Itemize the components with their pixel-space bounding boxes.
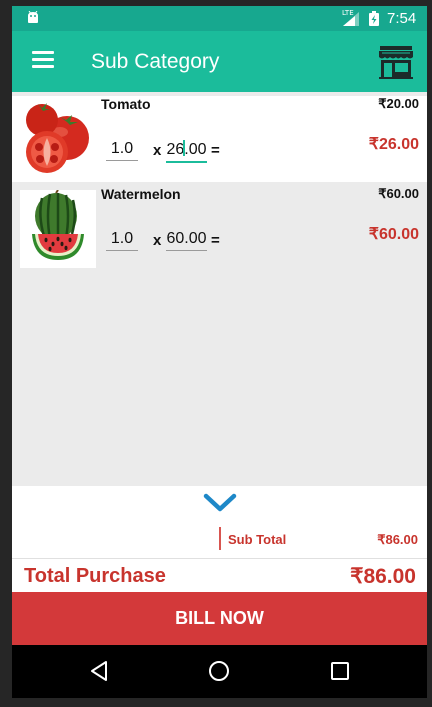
subtotal-label: Sub Total bbox=[228, 532, 287, 547]
back-icon[interactable] bbox=[88, 659, 112, 683]
signal-icon bbox=[343, 12, 359, 26]
equals-sign: = bbox=[211, 142, 220, 159]
list-item[interactable]: Tomato ₹20.00 1.0 x 26.00 = ₹26.00 bbox=[12, 96, 427, 182]
page-title: Sub Category bbox=[91, 50, 220, 73]
device-frame: LTE 7:54 Sub Category Tomato ₹20.00 1.0 … bbox=[0, 0, 432, 707]
list-item[interactable]: Watermelon ₹60.00 1.0 x 60.00 = ₹60.00 bbox=[12, 186, 427, 272]
battery-charging-icon bbox=[369, 11, 379, 26]
item-total: ₹60.00 bbox=[368, 226, 419, 243]
bill-now-button[interactable]: BILL NOW bbox=[12, 592, 427, 645]
summary-panel: Sub Total ₹86.00 Total Purchase ₹86.00 bbox=[12, 486, 427, 592]
item-price: ₹60.00 bbox=[378, 186, 419, 201]
equals-sign: = bbox=[211, 232, 220, 249]
quantity-input[interactable]: 1.0 bbox=[106, 230, 138, 251]
rate-input[interactable]: 60.00 bbox=[166, 230, 207, 251]
total-purchase-value: ₹86.00 bbox=[350, 565, 416, 588]
status-bar: LTE 7:54 bbox=[12, 6, 427, 31]
item-name: Watermelon bbox=[101, 186, 181, 202]
tomato-image bbox=[20, 100, 96, 178]
divider bbox=[12, 558, 427, 559]
app-toolbar: Sub Category bbox=[12, 31, 427, 92]
multiply-sign: x bbox=[153, 142, 162, 159]
rate-text-after-cursor: .00 bbox=[184, 141, 207, 158]
total-purchase-label: Total Purchase bbox=[24, 565, 166, 587]
rate-text-before-cursor: 26 bbox=[166, 141, 185, 158]
navigation-bar bbox=[12, 645, 427, 698]
chevron-down-icon[interactable] bbox=[203, 492, 237, 514]
hamburger-menu-icon[interactable] bbox=[32, 51, 54, 68]
item-name: Tomato bbox=[101, 96, 151, 112]
clock: 7:54 bbox=[387, 10, 417, 27]
quantity-input[interactable]: 1.0 bbox=[106, 140, 138, 161]
subtotal-value: ₹86.00 bbox=[377, 532, 418, 547]
home-icon[interactable] bbox=[207, 659, 231, 683]
multiply-sign: x bbox=[153, 232, 162, 249]
recents-icon[interactable] bbox=[328, 659, 352, 683]
android-notification-icon bbox=[28, 11, 38, 23]
watermelon-image bbox=[20, 190, 96, 268]
item-total: ₹26.00 bbox=[368, 136, 419, 153]
rate-input[interactable]: 26.00 bbox=[166, 140, 207, 163]
store-icon[interactable] bbox=[377, 44, 415, 80]
app-screen: LTE 7:54 Sub Category Tomato ₹20.00 1.0 … bbox=[12, 6, 427, 698]
item-price: ₹20.00 bbox=[378, 96, 419, 111]
subtotal-divider bbox=[219, 527, 221, 550]
